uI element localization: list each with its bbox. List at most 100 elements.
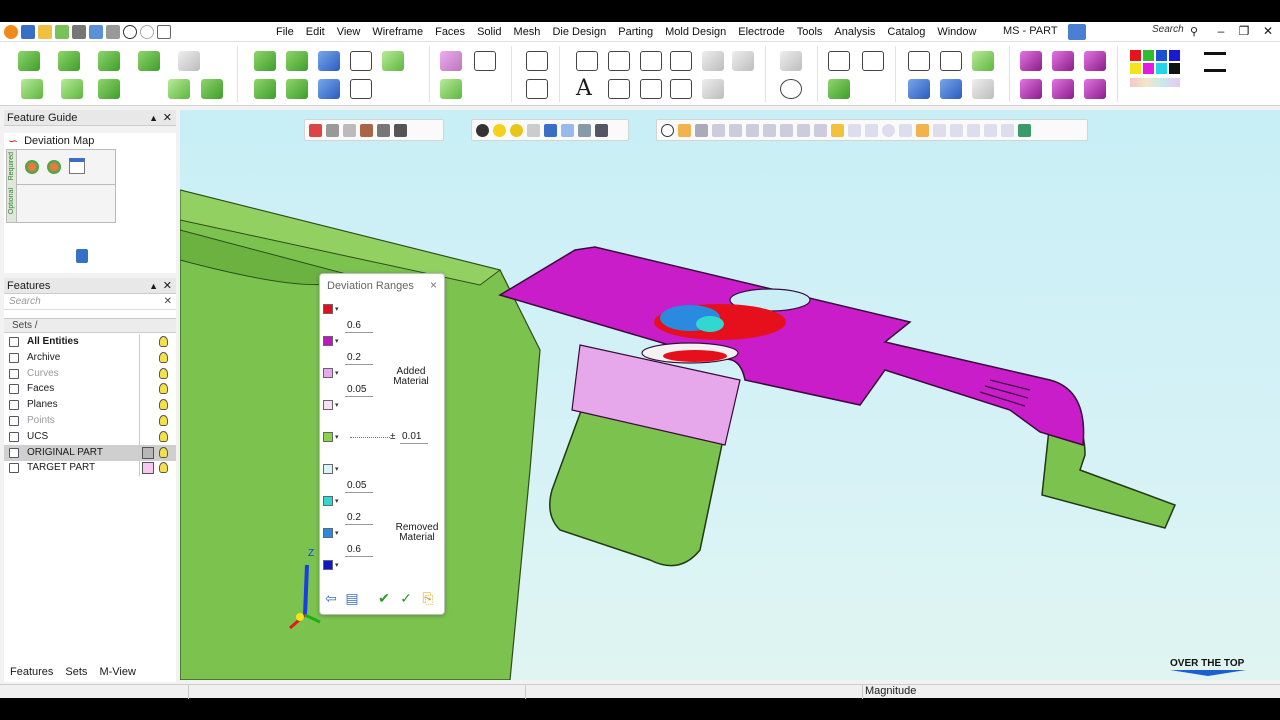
set-row[interactable]: Faces [4, 381, 176, 398]
set-row[interactable]: TARGET PART [4, 460, 176, 477]
chevron-down-icon[interactable]: ▾ [335, 369, 339, 377]
color-magenta-swatch[interactable] [1143, 63, 1154, 74]
snap-box-icon[interactable] [984, 123, 997, 137]
chevron-down-icon[interactable]: ▾ [335, 305, 339, 313]
menu-view[interactable]: View [331, 22, 367, 42]
removed-color-swatch[interactable] [323, 464, 333, 474]
snap-line-icon[interactable] [848, 123, 861, 137]
select-all-icon[interactable] [377, 123, 390, 137]
copy-icon[interactable] [106, 24, 120, 39]
3d-viewport[interactable]: Z Deviation Ranges × Added Material Remo… [180, 110, 1280, 680]
set-row[interactable]: Planes [4, 397, 176, 414]
snap-quad-icon[interactable] [797, 123, 810, 137]
tab-features[interactable]: Features [4, 664, 60, 682]
revolve-icon[interactable] [138, 51, 160, 71]
visibility-bulb-icon[interactable] [159, 351, 168, 363]
menu-mold-design[interactable]: Mold Design [659, 22, 732, 42]
set-row[interactable]: Points [4, 413, 176, 429]
chain-select-icon[interactable] [343, 123, 356, 137]
snap-angle-icon[interactable] [933, 123, 946, 137]
linear-dim-icon[interactable] [608, 51, 630, 71]
render-icon[interactable] [972, 79, 994, 99]
menu-mesh[interactable]: Mesh [508, 22, 547, 42]
added-color-swatch[interactable] [323, 336, 333, 346]
clear-search-icon[interactable]: ✕ [164, 294, 172, 310]
view-iso-icon[interactable] [1020, 51, 1042, 71]
dialog-close-button[interactable]: × [430, 278, 437, 292]
view-top-icon[interactable] [1052, 51, 1074, 71]
view-back-icon[interactable] [1084, 79, 1106, 99]
undo-icon[interactable] [123, 24, 137, 39]
removed-color-swatch[interactable] [323, 560, 333, 570]
snap-grid-icon[interactable] [814, 123, 827, 137]
close-icon[interactable]: ✕ [163, 110, 172, 126]
menu-analysis[interactable]: Analysis [828, 22, 881, 42]
filter-icon[interactable] [360, 123, 373, 137]
face-grid-icon[interactable] [350, 51, 372, 71]
set-row[interactable]: Archive [4, 349, 176, 366]
section-icon[interactable] [908, 79, 930, 99]
exit-button[interactable]: ⎘ [420, 590, 436, 606]
menu-parting[interactable]: Parting [612, 22, 659, 42]
draft-icon[interactable] [168, 79, 190, 99]
select-original-icon[interactable] [25, 160, 39, 174]
set-color-swatch[interactable] [142, 446, 154, 459]
snap-tangent-icon[interactable] [780, 123, 793, 137]
chevron-down-icon[interactable]: ▾ [335, 337, 339, 345]
snap-center-icon[interactable] [729, 123, 742, 137]
view-bottom-icon[interactable] [1052, 79, 1074, 99]
added-range-field[interactable]: 0.05 [345, 383, 373, 397]
gdt-icon[interactable] [608, 79, 630, 99]
face-fill-icon[interactable] [254, 79, 276, 99]
menu-wireframe[interactable]: Wireframe [366, 22, 429, 42]
restore-button[interactable]: ❐ [1233, 24, 1255, 38]
plane-icon[interactable] [440, 51, 462, 71]
save-icon[interactable] [21, 24, 35, 39]
color-blue-swatch[interactable] [1156, 50, 1167, 61]
boolean-icon[interactable] [98, 79, 120, 99]
tab-optional[interactable]: Optional [8, 188, 15, 214]
previous-icon[interactable]: ⇦ [323, 590, 339, 606]
snap-end-icon[interactable] [746, 123, 759, 137]
zero-color-swatch[interactable] [323, 432, 333, 442]
menu-tools[interactable]: Tools [791, 22, 829, 42]
open-icon[interactable] [38, 24, 52, 39]
menu-solid[interactable]: Solid [471, 22, 507, 42]
visibility-bulb-icon[interactable] [159, 430, 168, 442]
snap-perp-icon[interactable] [865, 123, 878, 137]
snap-active-icon[interactable] [678, 123, 691, 137]
split-icon[interactable] [201, 79, 223, 99]
tab-sets[interactable]: Sets [59, 664, 93, 682]
visibility-bulb-icon[interactable] [159, 462, 168, 474]
color-black-swatch[interactable] [1169, 63, 1180, 74]
sketch-icon[interactable] [526, 51, 548, 71]
removed-range-field[interactable]: 0.2 [345, 511, 373, 525]
color-red-swatch[interactable] [1130, 50, 1141, 61]
close-icon[interactable]: ✕ [163, 278, 172, 294]
menu-catalog[interactable]: Catalog [881, 22, 931, 42]
color-navy-swatch[interactable] [1169, 50, 1180, 61]
added-color-swatch[interactable] [323, 400, 333, 410]
deviation-map-item[interactable]: ∽ Deviation Map [8, 133, 94, 149]
draft-analysis-icon[interactable] [972, 51, 994, 71]
face-trim-icon[interactable] [318, 79, 340, 99]
snap-curve-icon[interactable] [899, 123, 912, 137]
sweep-icon[interactable] [61, 79, 83, 99]
set-color-swatch[interactable] [142, 462, 154, 475]
tolerance-field[interactable]: 0.01 [400, 430, 428, 444]
snap-cross-icon[interactable] [950, 123, 963, 137]
display-icon[interactable] [72, 24, 86, 39]
refresh-icon[interactable] [661, 123, 674, 137]
options-window-icon[interactable] [69, 158, 85, 174]
pin-icon[interactable]: ▲ [149, 110, 158, 126]
snap-circle-icon[interactable] [882, 123, 895, 137]
face-offset-icon[interactable] [286, 51, 308, 71]
menu-electrode[interactable]: Electrode [732, 22, 790, 42]
menu-file[interactable]: File [270, 22, 300, 42]
box-select-icon[interactable] [326, 123, 339, 137]
window-select-icon[interactable] [394, 123, 407, 137]
apply-guide-icon[interactable] [76, 249, 88, 263]
datum-icon[interactable] [702, 51, 724, 71]
extrude-icon[interactable] [98, 51, 120, 71]
diameter-dim-icon[interactable] [640, 51, 662, 71]
